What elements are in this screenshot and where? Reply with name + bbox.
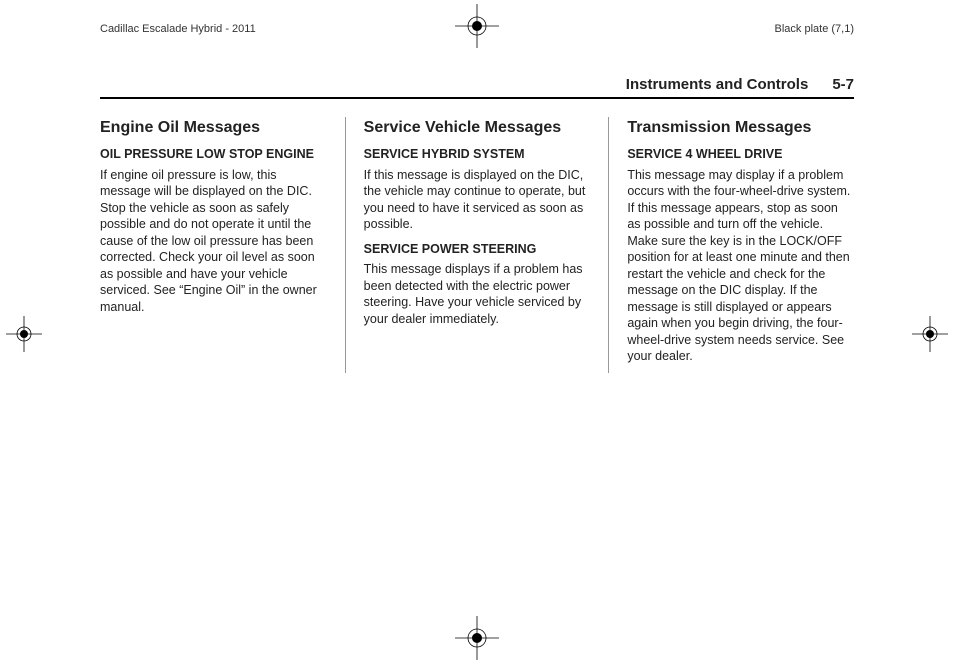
column-title: Service Vehicle Messages [364, 117, 591, 138]
page-number: 5-7 [832, 76, 854, 93]
message-heading: SERVICE POWER STEERING [364, 241, 591, 258]
message-heading: SERVICE HYBRID SYSTEM [364, 146, 591, 163]
message-heading: SERVICE 4 WHEEL DRIVE [627, 146, 854, 163]
column-title: Engine Oil Messages [100, 117, 327, 138]
column-service-vehicle: Service Vehicle Messages SERVICE HYBRID … [345, 117, 591, 373]
content-area: Instruments and Controls 5-7 Engine Oil … [30, 76, 924, 373]
message-body: If engine oil pressure is low, this mess… [100, 167, 327, 316]
column-title: Transmission Messages [627, 117, 854, 138]
manual-page: Cadillac Escalade Hybrid - 2011 Black pl… [0, 0, 954, 668]
message-body: If this message is displayed on the DIC,… [364, 167, 591, 233]
plate-label: Black plate (7,1) [775, 23, 854, 35]
registration-mark-right-icon [912, 316, 948, 352]
print-top-bar: Cadillac Escalade Hybrid - 2011 Black pl… [30, 18, 924, 40]
registration-mark-top-icon [455, 4, 499, 48]
column-engine-oil: Engine Oil Messages OIL PRESSURE LOW STO… [100, 117, 327, 373]
columns: Engine Oil Messages OIL PRESSURE LOW STO… [100, 117, 854, 373]
message-body: This message may display if a problem oc… [627, 167, 854, 365]
section-header: Instruments and Controls 5-7 [100, 76, 854, 99]
message-heading: OIL PRESSURE LOW STOP ENGINE [100, 146, 327, 163]
vehicle-label: Cadillac Escalade Hybrid - 2011 [100, 23, 256, 35]
column-transmission: Transmission Messages SERVICE 4 WHEEL DR… [608, 117, 854, 373]
section-title: Instruments and Controls [626, 76, 809, 93]
message-body: This message displays if a problem has b… [364, 261, 591, 327]
registration-mark-left-icon [6, 316, 42, 352]
registration-mark-bottom-icon [455, 616, 499, 660]
